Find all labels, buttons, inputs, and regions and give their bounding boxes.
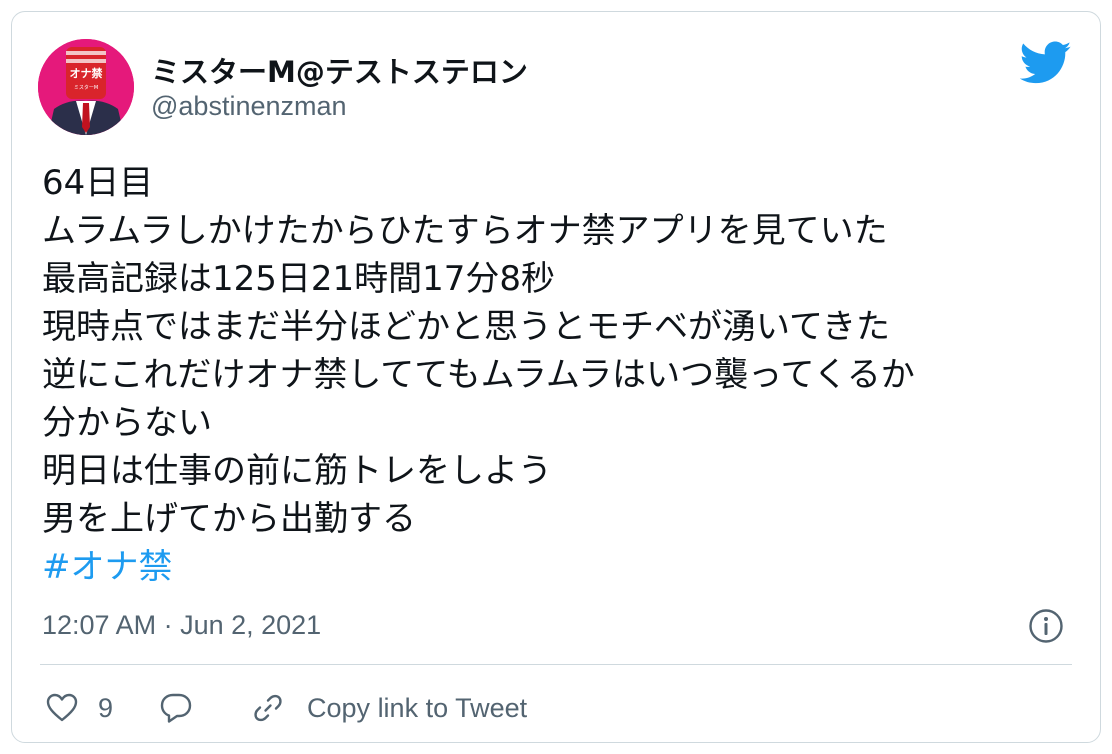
hashtag-link[interactable]: #オナ禁 bbox=[42, 543, 1092, 591]
like-button[interactable]: 9 bbox=[46, 693, 113, 724]
avatar-sublabel: ミスターM bbox=[74, 84, 98, 91]
author-handle[interactable]: @abstinenzman bbox=[151, 91, 347, 122]
avatar-label: オナ禁 bbox=[70, 66, 103, 80]
tweet-line: 分からない bbox=[42, 403, 212, 443]
action-bar: 9 Copy link to Tweet bbox=[46, 686, 527, 730]
tweet-line: 最高記録は125日21時間17分8秒 bbox=[42, 259, 556, 299]
tweet-card: オナ禁 ミスターM ミスターM@テストステロン @abstinenzman 64… bbox=[11, 11, 1101, 743]
author-display-name[interactable]: ミスターM@テストステロン bbox=[151, 49, 528, 91]
tweet-text: 64日目 ムラムラしかけたからひたすらオナ禁アプリを見ていた 最高記録は125日… bbox=[42, 159, 1092, 591]
link-icon bbox=[251, 691, 285, 725]
tweet-line: 現時点ではまだ半分ほどかと思うとモチベが湧いてきた bbox=[42, 307, 890, 347]
twitter-bird-icon[interactable] bbox=[1019, 41, 1072, 85]
avatar[interactable]: オナ禁 ミスターM bbox=[38, 39, 134, 135]
reply-button[interactable] bbox=[159, 692, 193, 724]
copy-link-button[interactable]: Copy link to Tweet bbox=[251, 691, 527, 725]
like-count: 9 bbox=[98, 692, 114, 723]
heart-icon bbox=[46, 693, 78, 723]
avatar-image: オナ禁 ミスターM bbox=[38, 39, 134, 135]
tweet-line: 逆にこれだけオナ禁しててもムラムラはいつ襲ってくるか bbox=[42, 355, 915, 395]
tweet-line: 男を上げてから出勤する bbox=[42, 499, 416, 539]
info-icon[interactable] bbox=[1028, 608, 1064, 644]
copy-link-label: Copy link to Tweet bbox=[307, 692, 528, 723]
tweet-timestamp[interactable]: 12:07 AM · Jun 2, 2021 bbox=[42, 610, 321, 641]
speech-bubble-icon bbox=[159, 692, 193, 724]
tweet-line: 明日は仕事の前に筋トレをしよう bbox=[42, 451, 552, 491]
tweet-line: ムラムラしかけたからひたすらオナ禁アプリを見ていた bbox=[42, 211, 888, 251]
divider bbox=[40, 664, 1072, 665]
tweet-line: 64日目 bbox=[42, 163, 154, 203]
